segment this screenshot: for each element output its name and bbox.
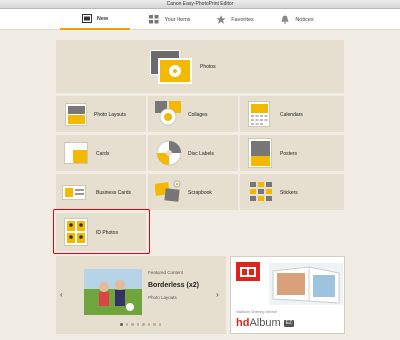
cards-thumbnail bbox=[64, 142, 88, 164]
category-label-cards: Cards bbox=[96, 151, 110, 157]
album-logo-icon bbox=[240, 267, 256, 277]
category-label-photos: Photos bbox=[200, 64, 216, 70]
disc-icon bbox=[156, 140, 182, 166]
category-label-disc-labels: Disc Labels bbox=[188, 151, 214, 157]
posters-thumbnail bbox=[248, 138, 272, 168]
category-label-calendars: Calendars bbox=[280, 112, 303, 118]
pager-dot[interactable] bbox=[142, 323, 145, 326]
logo-main: hd bbox=[236, 317, 250, 329]
pager-dot[interactable] bbox=[158, 323, 161, 326]
calendar-thumbnail bbox=[248, 101, 270, 127]
family-photo-image bbox=[84, 269, 142, 315]
featured-subtitle: Photo Layouts bbox=[148, 295, 177, 300]
featured-thumbnail bbox=[84, 269, 142, 315]
category-cards[interactable]: Cards bbox=[56, 135, 146, 171]
category-id-photos[interactable]: ID Photos bbox=[56, 213, 146, 251]
category-label-scrapbook: Scrapbook bbox=[188, 190, 212, 196]
chevron-right-icon[interactable]: › bbox=[216, 290, 219, 299]
scrapbook-icon bbox=[155, 180, 181, 202]
collage-icon bbox=[155, 101, 181, 126]
category-calendars[interactable]: Calendars bbox=[240, 96, 344, 132]
featured-heading: Featured Content bbox=[148, 270, 184, 275]
pager-dot[interactable] bbox=[147, 323, 150, 326]
tab-favorites[interactable]: Favorites bbox=[200, 9, 270, 30]
category-label-stickers: Stickers bbox=[280, 190, 298, 196]
album-photo-image bbox=[272, 266, 340, 304]
id-photo-grid-icon bbox=[67, 221, 85, 243]
category-photo-layouts[interactable]: Photo Layouts bbox=[56, 96, 146, 132]
category-label-photo-layouts: Photo Layouts bbox=[94, 112, 126, 118]
window-title: Canon Easy-PhotoPrint Editor bbox=[0, 0, 400, 9]
flower-icon bbox=[169, 65, 181, 77]
category-photos[interactable]: Photos bbox=[56, 40, 344, 93]
category-disc-labels[interactable]: Disc Labels bbox=[148, 135, 238, 171]
star-icon bbox=[216, 15, 226, 24]
category-collages[interactable]: Collages bbox=[148, 96, 238, 132]
logo-badge: EZ bbox=[283, 319, 295, 327]
tab-bar: New Your Items Favorites Notices bbox=[0, 9, 400, 30]
pager-dot[interactable] bbox=[153, 323, 156, 326]
category-label-business-cards: Business Cards bbox=[96, 190, 132, 196]
photo-layouts-thumbnail bbox=[65, 103, 87, 126]
featured-title: Borderless (x2) bbox=[148, 282, 199, 289]
tab-your-items[interactable]: Your Items bbox=[135, 9, 205, 30]
grid-icon bbox=[149, 15, 159, 24]
photos-thumbnail bbox=[158, 58, 192, 84]
category-label-id-photos: ID Photos bbox=[96, 230, 118, 236]
category-business-cards[interactable]: Business Cards bbox=[56, 174, 146, 210]
carousel-pager bbox=[120, 323, 161, 326]
tab-notices[interactable]: Notices bbox=[262, 9, 332, 30]
new-icon bbox=[81, 14, 92, 23]
category-stickers[interactable]: Stickers bbox=[240, 174, 344, 210]
logo-word: Album bbox=[249, 317, 281, 329]
category-scrapbook[interactable]: Scrapbook bbox=[148, 174, 238, 210]
tab-new[interactable]: New bbox=[60, 9, 130, 30]
pager-dot[interactable] bbox=[131, 323, 134, 326]
stickers-icon bbox=[250, 182, 272, 201]
calendar-grid-icon bbox=[251, 115, 268, 125]
category-label-posters: Posters bbox=[280, 151, 297, 157]
pager-dot[interactable] bbox=[125, 323, 128, 326]
business-cards-thumbnail bbox=[62, 185, 86, 200]
pager-dot[interactable] bbox=[120, 323, 123, 326]
category-posters[interactable]: Posters bbox=[240, 135, 344, 171]
album-logo-badge bbox=[236, 262, 260, 281]
bell-icon bbox=[280, 15, 290, 24]
hdalbum-logo: hdAlbum EZ bbox=[236, 317, 295, 329]
category-label-collages: Collages bbox=[188, 112, 208, 118]
album-preview-image bbox=[269, 263, 343, 305]
promo-caption: hdAlbum Ordering Service bbox=[236, 310, 278, 314]
id-photos-thumbnail bbox=[64, 218, 88, 246]
chevron-left-icon[interactable]: ‹ bbox=[60, 290, 63, 299]
hdalbum-promo[interactable]: hdAlbum Ordering Service hdAlbum EZ bbox=[230, 256, 345, 334]
pager-dot[interactable] bbox=[136, 323, 139, 326]
